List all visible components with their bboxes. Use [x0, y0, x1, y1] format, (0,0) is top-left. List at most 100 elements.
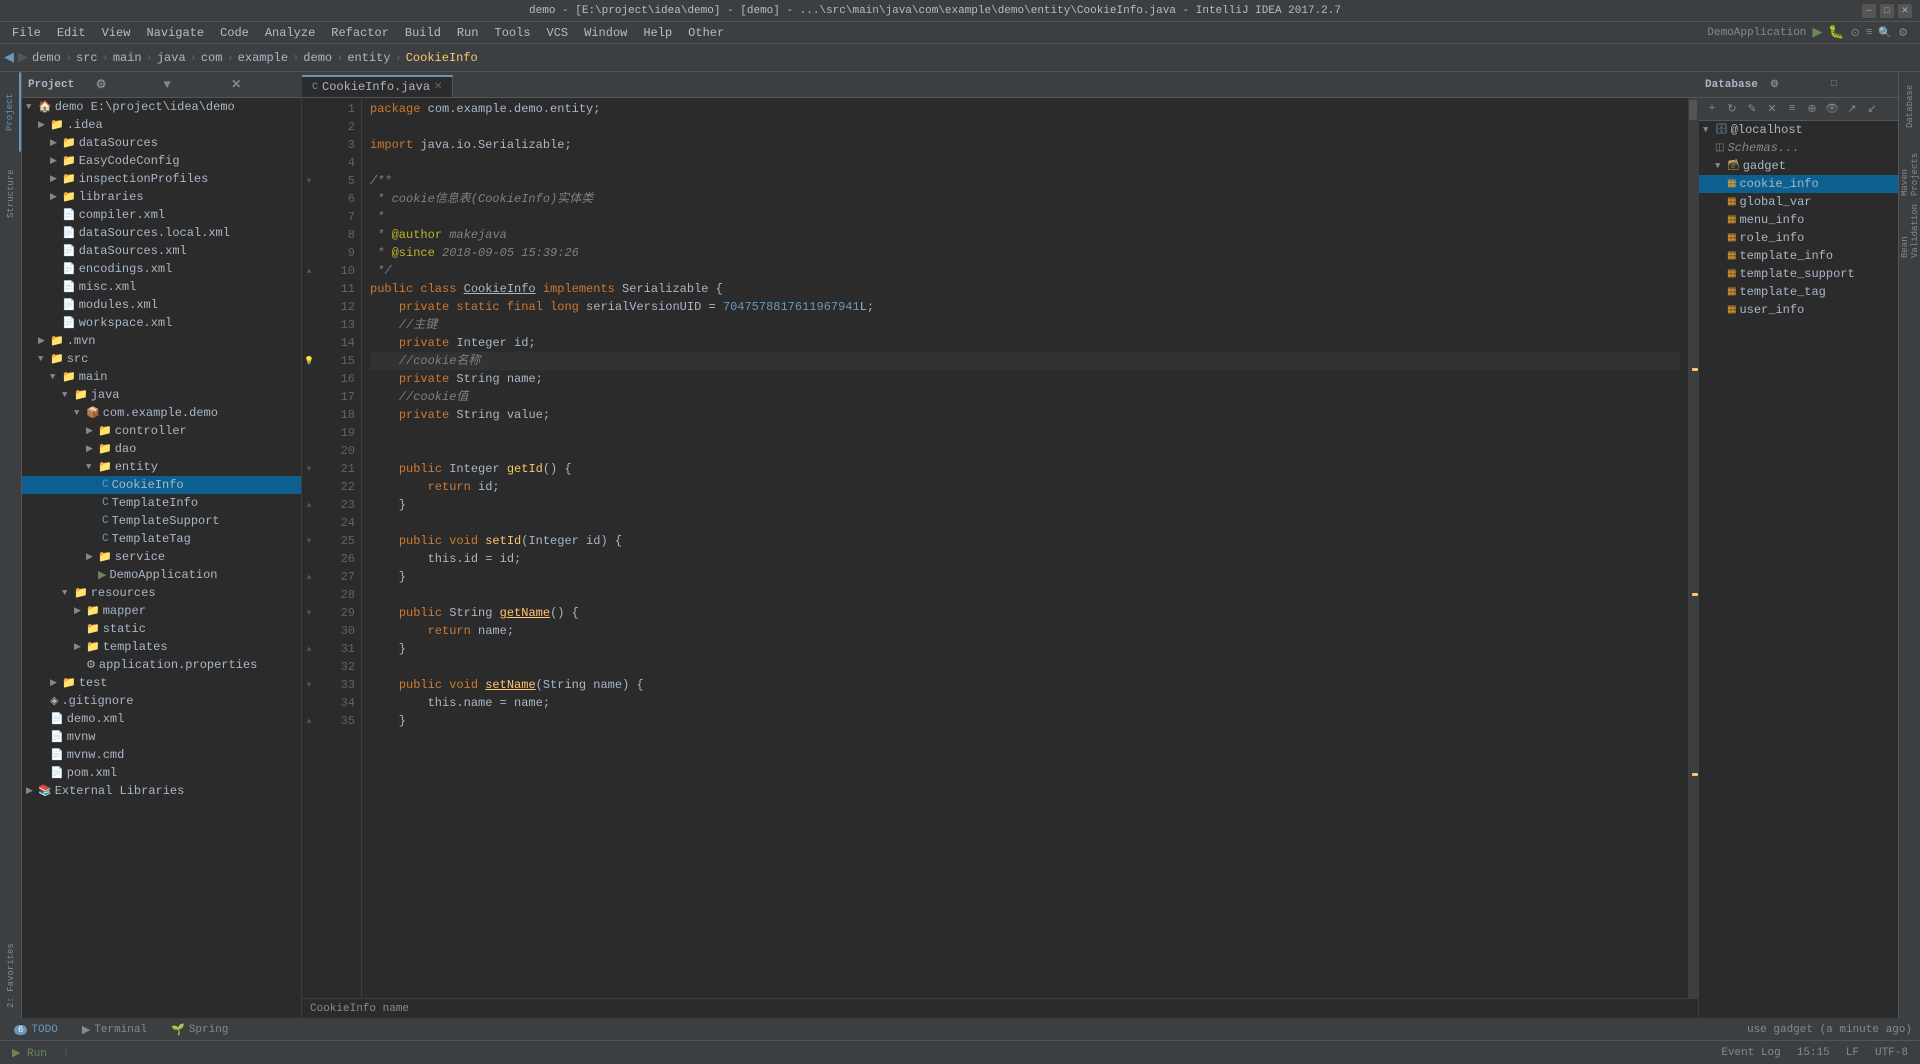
- tree-item-ds-local-xml[interactable]: 📄 dataSources.local.xml: [22, 224, 301, 242]
- db-item-cookie-info[interactable]: ▦ cookie_info: [1699, 175, 1898, 193]
- menu-window[interactable]: Window: [576, 24, 635, 42]
- right-tool-bean-validation[interactable]: Bean Validation: [1900, 200, 1920, 260]
- tree-item-mvnw-cmd[interactable]: 📄 mvnw.cmd: [22, 746, 301, 764]
- gutter-fold-25[interactable]: ▼: [303, 532, 315, 550]
- tree-item-controller[interactable]: ▶ 📁 controller: [22, 422, 301, 440]
- search-everywhere-button[interactable]: 🔍: [1878, 26, 1892, 40]
- code-content[interactable]: package com.example.demo.entity; import …: [362, 98, 1688, 998]
- tree-item-main[interactable]: ▼ 📁 main: [22, 368, 301, 386]
- db-item-localhost[interactable]: ▼ 🗄 @localhost: [1699, 121, 1898, 139]
- scroll-thumb[interactable]: [1689, 100, 1697, 120]
- settings-button[interactable]: ⚙: [1898, 26, 1908, 40]
- db-export-button[interactable]: ↗: [1843, 100, 1861, 118]
- tree-item-resources[interactable]: ▼ 📁 resources: [22, 584, 301, 602]
- menu-analyze[interactable]: Analyze: [257, 24, 323, 42]
- db-settings-icon[interactable]: ⚙: [1770, 79, 1831, 91]
- tree-item-ds-xml[interactable]: 📄 dataSources.xml: [22, 242, 301, 260]
- gutter-fold-33[interactable]: ▼: [303, 676, 315, 694]
- db-import-button[interactable]: ↙: [1863, 100, 1881, 118]
- coverage-button[interactable]: ⊙: [1851, 26, 1860, 40]
- tree-item-gitignore[interactable]: ◈ .gitignore: [22, 692, 301, 710]
- maximize-button[interactable]: □: [1880, 4, 1894, 18]
- run-button[interactable]: ▶: [1812, 25, 1822, 40]
- close-button[interactable]: ✕: [1898, 4, 1912, 18]
- tree-item-compiler-xml[interactable]: 📄 compiler.xml: [22, 206, 301, 224]
- vtab-project[interactable]: Project: [1, 72, 21, 152]
- breadcrumb-com[interactable]: com: [201, 51, 223, 65]
- gutter-fold-35[interactable]: ▲: [303, 712, 315, 730]
- status-run[interactable]: ▶ Run: [8, 1046, 51, 1060]
- gutter-fold-5[interactable]: ▼: [303, 172, 315, 190]
- menu-navigate[interactable]: Navigate: [138, 24, 212, 42]
- back-button[interactable]: ◀: [4, 50, 14, 65]
- breadcrumb-example[interactable]: example: [238, 51, 288, 65]
- status-utf8[interactable]: UTF-8: [1871, 1047, 1912, 1059]
- tree-item-mvn[interactable]: ▶ 📁 .mvn: [22, 332, 301, 350]
- minimize-button[interactable]: ─: [1862, 4, 1876, 18]
- tree-item-external-libs[interactable]: ▶ 📚 External Libraries: [22, 782, 301, 800]
- breadcrumb-src[interactable]: src: [76, 51, 98, 65]
- debug-button[interactable]: 🐛: [1828, 25, 1844, 40]
- menu-refactor[interactable]: Refactor: [323, 24, 397, 42]
- menu-view[interactable]: View: [94, 24, 139, 42]
- db-item-template-tag[interactable]: ▦ template_tag: [1699, 283, 1898, 301]
- db-item-template-info[interactable]: ▦ template_info: [1699, 247, 1898, 265]
- vtab-structure[interactable]: Structure: [1, 154, 21, 234]
- db-item-global-var[interactable]: ▦ global_var: [1699, 193, 1898, 211]
- breadcrumb-demo2[interactable]: demo: [303, 51, 332, 65]
- menu-tools[interactable]: Tools: [487, 24, 539, 42]
- tree-item-templates[interactable]: ▶ 📁 templates: [22, 638, 301, 656]
- right-tool-maven[interactable]: Maven Projects: [1900, 138, 1920, 198]
- db-item-schemas[interactable]: ◫ Schemas...: [1699, 139, 1898, 157]
- menu-run[interactable]: Run: [449, 24, 487, 42]
- tree-item-workspace-xml[interactable]: 📄 workspace.xml: [22, 314, 301, 332]
- tree-item-pom-xml[interactable]: 📄 pom.xml: [22, 764, 301, 782]
- menu-code[interactable]: Code: [212, 24, 257, 42]
- project-settings-icon[interactable]: ⚙: [96, 77, 160, 92]
- gutter-fold-27[interactable]: ▲: [303, 568, 315, 586]
- breadcrumb-demo[interactable]: demo: [32, 51, 61, 65]
- tree-item-misc-xml[interactable]: 📄 misc.xml: [22, 278, 301, 296]
- breadcrumb-cookieinfo[interactable]: CookieInfo: [406, 51, 478, 65]
- gutter-fold-10[interactable]: ▲: [303, 262, 315, 280]
- db-item-role-info[interactable]: ▦ role_info: [1699, 229, 1898, 247]
- tree-item-service[interactable]: ▶ 📁 service: [22, 548, 301, 566]
- gutter-fold-23[interactable]: ▲: [303, 496, 315, 514]
- db-item-menu-info[interactable]: ▦ menu_info: [1699, 211, 1898, 229]
- db-item-gadget[interactable]: ▼ 🗃 gadget: [1699, 157, 1898, 175]
- tree-item-dao[interactable]: ▶ 📁 dao: [22, 440, 301, 458]
- bottom-tab-terminal[interactable]: ▶ Terminal: [76, 1021, 153, 1039]
- tree-item-libraries[interactable]: ▶ 📁 libraries: [22, 188, 301, 206]
- tree-item-mapper[interactable]: ▶ 📁 mapper: [22, 602, 301, 620]
- tree-item-demo-root[interactable]: ▼ 🏠 demo E:\project\idea\demo: [22, 98, 301, 116]
- tree-item-idea[interactable]: ▶ 📁 .idea: [22, 116, 301, 134]
- tree-item-templatetag[interactable]: C TemplateTag: [22, 530, 301, 548]
- vtab-favorites[interactable]: 2: Favorites: [1, 936, 21, 1016]
- db-schema-button[interactable]: ⊕: [1803, 100, 1821, 118]
- gutter-fold-21[interactable]: ▼: [303, 460, 315, 478]
- tree-item-com-example-demo[interactable]: ▼ 📦 com.example.demo: [22, 404, 301, 422]
- tree-item-app-properties[interactable]: ⚙ application.properties: [22, 656, 301, 674]
- tree-item-inspection[interactable]: ▶ 📁 inspectionProfiles: [22, 170, 301, 188]
- tree-item-mvnw[interactable]: 📄 mvnw: [22, 728, 301, 746]
- tree-item-src[interactable]: ▼ 📁 src: [22, 350, 301, 368]
- menu-vcs[interactable]: VCS: [539, 24, 577, 42]
- tree-item-encodings-xml[interactable]: 📄 encodings.xml: [22, 260, 301, 278]
- db-delete-button[interactable]: ✕: [1763, 100, 1781, 118]
- tree-item-datasources[interactable]: ▶ 📁 dataSources: [22, 134, 301, 152]
- bottom-tab-spring[interactable]: 🌱 Spring: [165, 1021, 234, 1039]
- breadcrumb-java[interactable]: java: [157, 51, 186, 65]
- bottom-tab-todo[interactable]: 6 TODO: [8, 1022, 64, 1038]
- tab-close-button[interactable]: ✕: [434, 81, 442, 93]
- db-refresh-button[interactable]: ↻: [1723, 100, 1741, 118]
- tree-item-entity[interactable]: ▼ 📁 entity: [22, 458, 301, 476]
- menu-edit[interactable]: Edit: [49, 24, 94, 42]
- db-view-button[interactable]: 👁: [1823, 100, 1841, 118]
- tree-item-templateinfo[interactable]: C TemplateInfo: [22, 494, 301, 512]
- db-item-template-support[interactable]: ▦ template_support: [1699, 265, 1898, 283]
- menu-help[interactable]: Help: [635, 24, 680, 42]
- gutter-fold-31[interactable]: ▲: [303, 640, 315, 658]
- tree-item-cookieinfo[interactable]: C CookieInfo: [22, 476, 301, 494]
- status-event-log[interactable]: Event Log: [1717, 1047, 1784, 1059]
- db-edit-button[interactable]: ✎: [1743, 100, 1761, 118]
